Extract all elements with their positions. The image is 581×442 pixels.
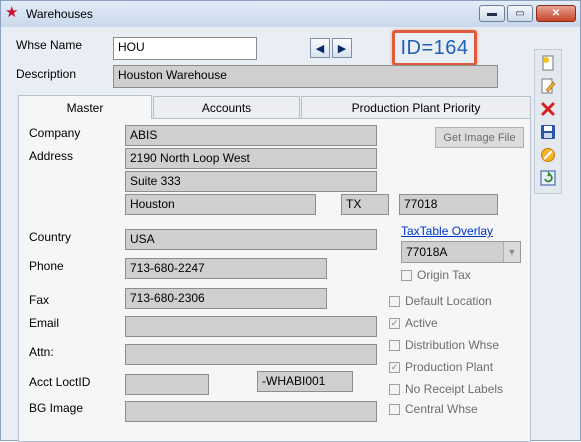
acct-locid-suffix-field[interactable]: -WHABI001 [257,371,353,392]
address-label: Address [29,149,74,163]
address-line2-field[interactable]: Suite 333 [125,171,377,192]
refresh-icon[interactable] [539,169,557,187]
minimize-button[interactable]: ▬ [479,5,505,22]
checkbox-box[interactable] [389,383,400,395]
origin-tax-label: Origin Tax [417,268,471,282]
active-checkbox[interactable]: ✓ Active [389,316,438,330]
record-id-badge: ID=164 [392,30,477,66]
default-location-checkbox[interactable]: Default Location [389,294,492,308]
distribution-whse-checkbox[interactable]: Distribution Whse [389,338,499,352]
whse-name-field[interactable]: HOU [113,37,257,60]
description-label: Description [16,67,77,81]
address-line1-field[interactable]: 2190 North Loop West [125,148,377,169]
phone-field[interactable]: 713-680-2247 [125,258,327,279]
bg-image-label: BG Image [29,401,84,415]
acct-locid-label: Acct LoctID [29,375,91,389]
production-plant-checkbox[interactable]: ✓ Production Plant [389,360,493,374]
production-plant-label: Production Plant [405,360,494,374]
title-bar: ★ Warehouses ▬ ▭ ✕ [1,1,580,27]
fax-label: Fax [29,293,50,307]
whse-name-label: Whse Name [16,38,83,52]
maximize-button[interactable]: ▭ [507,5,533,22]
attn-field[interactable] [125,344,377,365]
tab-master[interactable]: Master [18,95,152,119]
zip-field[interactable]: 77018 [399,194,498,215]
cancel-icon[interactable] [539,146,557,164]
central-whse-label: Central Whse [405,402,478,416]
no-receipt-labels-checkbox[interactable]: No Receipt Labels [389,382,503,396]
taxtable-overlay-link[interactable]: TaxTable Overlay [401,224,493,238]
new-icon[interactable] [539,54,557,72]
warehouses-window: ★ Warehouses ▬ ▭ ✕ Whse Name HOU ◀ ▶ ID=… [0,0,581,442]
country-label: Country [29,230,72,244]
close-button[interactable]: ✕ [536,5,576,22]
get-image-file-button[interactable]: Get Image File [435,127,524,148]
checkbox-box[interactable] [389,339,400,351]
checkbox-box[interactable] [389,295,400,307]
checkbox-box[interactable] [401,269,412,281]
checkbox-checked-icon[interactable]: ✓ [389,317,400,329]
email-label: Email [29,316,60,330]
state-field[interactable]: TX [341,194,389,215]
tab-production-plant-priority[interactable]: Production Plant Priority [301,96,531,119]
save-icon[interactable] [539,123,557,141]
taxtable-select-value: 77018A [406,245,448,259]
chevron-down-icon[interactable]: ▼ [503,242,520,262]
city-field[interactable]: Houston [125,194,316,215]
company-field[interactable]: ABIS [125,125,377,146]
company-label: Company [29,126,81,140]
checkbox-checked-icon[interactable]: ✓ [389,361,400,373]
no-receipt-labels-label: No Receipt Labels [405,382,504,396]
app-star-icon: ★ [5,4,19,21]
attn-label: Attn: [29,345,54,359]
checkbox-box[interactable] [389,403,400,415]
distribution-whse-label: Distribution Whse [405,338,500,352]
delete-icon[interactable] [539,100,557,118]
bg-image-field[interactable] [125,401,377,422]
taxtable-select[interactable]: 77018A ▼ [401,241,521,263]
description-field[interactable]: Houston Warehouse [113,65,498,88]
edit-icon[interactable] [539,77,557,95]
window-title: Warehouses [26,7,93,21]
central-whse-checkbox[interactable]: Central Whse [389,402,478,416]
email-field[interactable] [125,316,377,337]
default-location-label: Default Location [405,294,492,308]
acct-locid-field[interactable] [125,374,209,395]
prev-record-button[interactable]: ◀ [310,38,330,58]
country-field[interactable]: USA [125,229,377,250]
next-record-button[interactable]: ▶ [332,38,352,58]
origin-tax-checkbox[interactable]: Origin Tax [401,268,471,282]
phone-label: Phone [29,259,64,273]
fax-field[interactable]: 713-680-2306 [125,288,327,309]
tab-accounts[interactable]: Accounts [153,96,300,119]
active-label: Active [405,316,438,330]
